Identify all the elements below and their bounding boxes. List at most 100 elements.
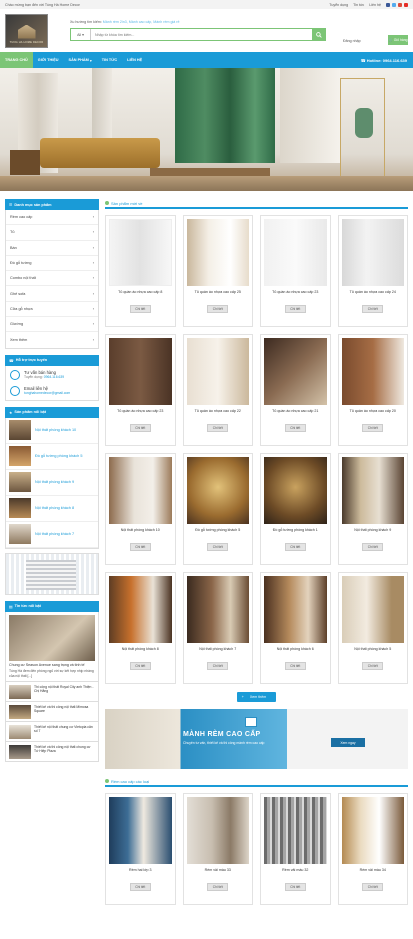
- news-item[interactable]: Thiết kế và thi công nội thất chung cư T…: [5, 742, 99, 763]
- product-card[interactable]: Tủ quần áo nhựa cao cấp 23 Chi tiết: [105, 334, 176, 446]
- product-card[interactable]: Tủ quần áo nhựa cao cấp 23 Chi tiết: [260, 215, 331, 327]
- nav-news[interactable]: TIN TỨC: [97, 52, 122, 68]
- product-image[interactable]: [264, 797, 327, 864]
- product-card[interactable]: Tủ quần áo nhựa cao cấp 20 Chi tiết: [337, 334, 408, 446]
- detail-button[interactable]: Chi tiết: [284, 662, 306, 670]
- product-card[interactable]: Nội thất phòng khách 7 Chi tiết: [182, 572, 253, 684]
- support-phone[interactable]: Tuyển dụng: 0964.116.639: [24, 375, 64, 379]
- product-card[interactable]: Tủ quần áo nhựa cao cấp 21 Chi tiết: [260, 334, 331, 446]
- product-image[interactable]: [264, 457, 327, 524]
- detail-button[interactable]: Chi tiết: [362, 424, 384, 432]
- category-item[interactable]: Tủ ›: [6, 225, 98, 241]
- news-item[interactable]: Thiết kế và thi công nội thất Mimosa Squ…: [5, 702, 99, 723]
- product-card[interactable]: Đồ gỗ tường phòng khách 1 Chi tiết: [260, 453, 331, 565]
- news-featured-title[interactable]: Chung cư Season Avenue sang trọng và tin…: [9, 663, 95, 668]
- youtube-icon[interactable]: [404, 2, 408, 7]
- product-card[interactable]: Tủ quần áo nhựa cao cấp 8 Chi tiết: [105, 215, 176, 327]
- detail-button[interactable]: Chi tiết: [207, 662, 229, 670]
- detail-button[interactable]: Chi tiết: [129, 883, 151, 891]
- product-card[interactable]: Tủ quần áo nhựa cao cấp 24 Chi tiết: [337, 215, 408, 327]
- featured-item[interactable]: Nội thất phòng khách 10: [6, 418, 98, 444]
- detail-button[interactable]: Chi tiết: [129, 424, 151, 432]
- promo-button[interactable]: Xem ngay: [331, 738, 365, 747]
- featured-item[interactable]: Nội thất phòng khách 8: [6, 496, 98, 522]
- nav-contact[interactable]: LIÊN HỆ: [122, 52, 147, 68]
- detail-button[interactable]: Chi tiết: [129, 305, 151, 313]
- product-image[interactable]: [186, 797, 249, 864]
- nav-home[interactable]: TRANG CHỦ: [0, 52, 33, 68]
- product-card[interactable]: Đồ gỗ tường phòng khách 5 Chi tiết: [182, 453, 253, 565]
- category-item[interactable]: Xem thêm ›: [6, 332, 98, 347]
- detail-button[interactable]: Chi tiết: [362, 662, 384, 670]
- product-image[interactable]: [341, 797, 404, 864]
- detail-button[interactable]: Chi tiết: [284, 543, 306, 551]
- login-link[interactable]: Đăng nhập: [343, 39, 361, 43]
- featured-item[interactable]: Đồ gỗ tường phòng khách 5: [6, 444, 98, 470]
- category-item[interactable]: Giường ›: [6, 317, 98, 333]
- product-card[interactable]: Tủ quần áo nhựa cao cấp 22 Chi tiết: [182, 334, 253, 446]
- google-plus-icon[interactable]: [398, 2, 402, 7]
- category-item[interactable]: Combo nội thất ›: [6, 271, 98, 287]
- detail-button[interactable]: Chi tiết: [129, 662, 151, 670]
- product-card[interactable]: Nội thất phòng khách 10 Chi tiết: [105, 453, 176, 565]
- category-item[interactable]: Bàn ›: [6, 241, 98, 256]
- detail-button[interactable]: Chi tiết: [362, 305, 384, 313]
- product-card[interactable]: Nội thất phòng khách 9 Chi tiết: [337, 453, 408, 565]
- news-featured[interactable]: Chung cư Season Avenue sang trọng và tin…: [5, 611, 99, 683]
- search-category-select[interactable]: All ▾: [71, 29, 91, 40]
- suggest-links[interactable]: Mành rèm 2in3, Mành cao cấp, Mành rèm gi…: [103, 20, 180, 24]
- news-item[interactable]: Thi công nội thất Royal City anh Thiện -…: [5, 682, 99, 703]
- category-item[interactable]: Rèm cao cấp ›: [6, 210, 98, 226]
- product-image[interactable]: [109, 219, 172, 286]
- nav-products[interactable]: SẢN PHẨM ▾: [64, 52, 97, 68]
- topbar-link-recruit[interactable]: Tuyển dụng: [329, 3, 348, 7]
- category-item[interactable]: Cửa gỗ nhựa ›: [6, 302, 98, 318]
- hotline[interactable]: ☎ Hotline: 0964.116.639: [361, 58, 407, 63]
- nav-about[interactable]: GIỚI THIỆU: [33, 52, 64, 68]
- cart-button[interactable]: 🛒 Giỏ hàng: [388, 35, 408, 45]
- topbar-link-contact[interactable]: Liên hệ: [369, 3, 381, 7]
- category-item[interactable]: Đồ gỗ tường ›: [6, 256, 98, 272]
- product-image[interactable]: [186, 338, 249, 405]
- product-image[interactable]: [109, 457, 172, 524]
- product-image[interactable]: [341, 219, 404, 286]
- site-logo[interactable]: TUNG HA HOME DECOR: [5, 13, 48, 48]
- featured-item[interactable]: Nội thất phòng khách 7: [6, 522, 98, 548]
- product-card[interactable]: Rèm vải màu 32 Chi tiết: [260, 793, 331, 905]
- support-email-value[interactable]: tunghahomedecor@gmail.com: [24, 391, 70, 395]
- sidebar-ad[interactable]: [5, 552, 99, 595]
- product-card[interactable]: Tủ quần áo nhựa cao cấp 25 Chi tiết: [182, 215, 253, 327]
- detail-button[interactable]: Chi tiết: [284, 305, 306, 313]
- news-item[interactable]: Thiết kế nội thất chung cư Vietopia căn …: [5, 722, 99, 743]
- product-image[interactable]: [186, 457, 249, 524]
- product-image[interactable]: [264, 338, 327, 405]
- product-image[interactable]: [341, 338, 404, 405]
- detail-button[interactable]: Chi tiết: [362, 543, 384, 551]
- product-image[interactable]: [109, 576, 172, 643]
- product-image[interactable]: [264, 219, 327, 286]
- product-image[interactable]: [186, 219, 249, 286]
- search-button[interactable]: [312, 29, 325, 40]
- detail-button[interactable]: Chi tiết: [207, 543, 229, 551]
- detail-button[interactable]: Chi tiết: [207, 305, 229, 313]
- detail-button[interactable]: Chi tiết: [129, 543, 151, 551]
- detail-button[interactable]: Chi tiết: [207, 424, 229, 432]
- product-image[interactable]: [109, 797, 172, 864]
- twitter-icon[interactable]: [392, 2, 396, 7]
- search-input[interactable]: [91, 29, 312, 40]
- product-image[interactable]: [264, 576, 327, 643]
- facebook-icon[interactable]: [386, 2, 390, 7]
- product-card[interactable]: Rèm hai lớp 3 Chi tiết: [105, 793, 176, 905]
- product-card[interactable]: Nội thất phòng khách 8 Chi tiết: [105, 572, 176, 684]
- product-card[interactable]: Nội thất phòng khách 5 Chi tiết: [337, 572, 408, 684]
- product-card[interactable]: Nội thất phòng khách 6 Chi tiết: [260, 572, 331, 684]
- product-image[interactable]: [341, 576, 404, 643]
- detail-button[interactable]: Chi tiết: [284, 883, 306, 891]
- product-image[interactable]: [109, 338, 172, 405]
- product-card[interactable]: Rèm vải màu 34 Chi tiết: [337, 793, 408, 905]
- detail-button[interactable]: Chi tiết: [284, 424, 306, 432]
- topbar-link-news[interactable]: Tin tức: [353, 3, 364, 7]
- featured-item[interactable]: Nội thất phòng khách 9: [6, 470, 98, 496]
- category-item[interactable]: Ghế sofa ›: [6, 286, 98, 302]
- detail-button[interactable]: Chi tiết: [207, 883, 229, 891]
